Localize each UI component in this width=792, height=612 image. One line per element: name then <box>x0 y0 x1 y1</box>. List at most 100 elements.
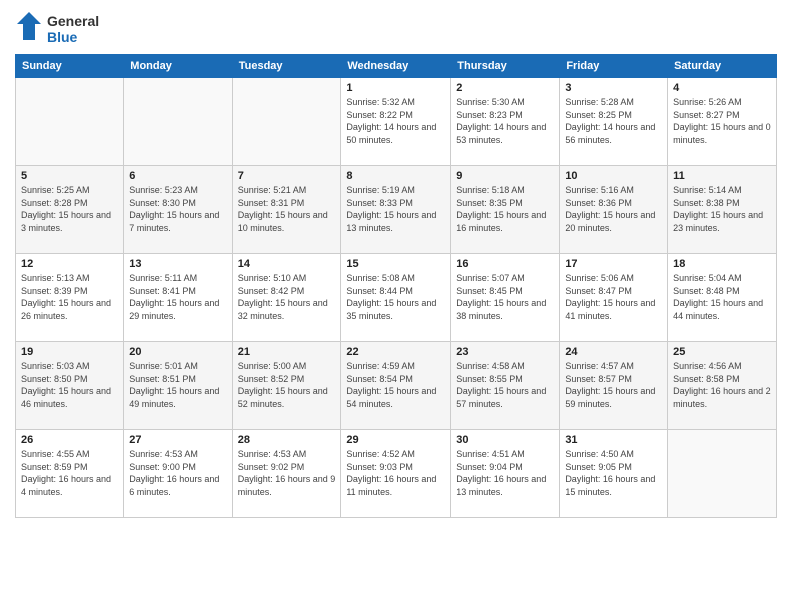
day-number: 11 <box>673 170 771 182</box>
day-info: Sunrise: 4:59 AMSunset: 8:54 PMDaylight:… <box>346 360 445 410</box>
calendar-week-row: 12 Sunrise: 5:13 AMSunset: 8:39 PMDayligh… <box>16 254 777 342</box>
day-info: Sunrise: 5:07 AMSunset: 8:45 PMDaylight:… <box>456 272 554 322</box>
day-info: Sunrise: 5:11 AMSunset: 8:41 PMDaylight:… <box>129 272 226 322</box>
day-number: 20 <box>129 346 226 358</box>
calendar-cell: 8 Sunrise: 5:19 AMSunset: 8:33 PMDaylight… <box>341 166 451 254</box>
day-number: 28 <box>238 434 336 446</box>
header: GeneralBlue <box>15 10 777 48</box>
weekday-header: Friday <box>560 55 668 78</box>
calendar-cell: 23 Sunrise: 4:58 AMSunset: 8:55 PMDayligh… <box>451 342 560 430</box>
calendar-cell <box>668 430 777 518</box>
calendar-cell: 7 Sunrise: 5:21 AMSunset: 8:31 PMDaylight… <box>232 166 341 254</box>
day-number: 27 <box>129 434 226 446</box>
calendar-week-row: 26 Sunrise: 4:55 AMSunset: 8:59 PMDayligh… <box>16 430 777 518</box>
weekday-header: Tuesday <box>232 55 341 78</box>
calendar-cell: 11 Sunrise: 5:14 AMSunset: 8:38 PMDayligh… <box>668 166 777 254</box>
day-number: 9 <box>456 170 554 182</box>
day-number: 7 <box>238 170 336 182</box>
day-number: 15 <box>346 258 445 270</box>
day-info: Sunrise: 5:26 AMSunset: 8:27 PMDaylight:… <box>673 96 771 146</box>
day-number: 17 <box>565 258 662 270</box>
day-number: 26 <box>21 434 118 446</box>
day-number: 2 <box>456 82 554 94</box>
calendar-cell: 25Sunrise: 4:56 AMSunset: 8:58 PMDayligh… <box>668 342 777 430</box>
day-info: Sunrise: 5:19 AMSunset: 8:33 PMDaylight:… <box>346 184 445 234</box>
calendar-cell: 12 Sunrise: 5:13 AMSunset: 8:39 PMDayligh… <box>16 254 124 342</box>
day-number: 13 <box>129 258 226 270</box>
day-number: 14 <box>238 258 336 270</box>
calendar-cell: 16Sunrise: 5:07 AMSunset: 8:45 PMDayligh… <box>451 254 560 342</box>
calendar-cell: 13 Sunrise: 5:11 AMSunset: 8:41 PMDayligh… <box>124 254 232 342</box>
calendar-week-row: 19 Sunrise: 5:03 AMSunset: 8:50 PMDayligh… <box>16 342 777 430</box>
calendar-cell: 31 Sunrise: 4:50 AMSunset: 9:05 PMDayligh… <box>560 430 668 518</box>
page: GeneralBlue SundayMondayTuesdayWednesday… <box>0 0 792 612</box>
day-info: Sunrise: 5:32 AMSunset: 8:22 PMDaylight:… <box>346 96 445 146</box>
day-info: Sunrise: 5:28 AMSunset: 8:25 PMDaylight:… <box>565 96 662 146</box>
calendar-cell: 15 Sunrise: 5:08 AMSunset: 8:44 PMDayligh… <box>341 254 451 342</box>
calendar-cell: 24Sunrise: 4:57 AMSunset: 8:57 PMDayligh… <box>560 342 668 430</box>
day-number: 21 <box>238 346 336 358</box>
day-info: Sunrise: 4:52 AMSunset: 9:03 PMDaylight:… <box>346 448 445 498</box>
day-info: Sunrise: 5:14 AMSunset: 8:38 PMDaylight:… <box>673 184 771 234</box>
calendar-cell <box>232 78 341 166</box>
day-info: Sunrise: 5:21 AMSunset: 8:31 PMDaylight:… <box>238 184 336 234</box>
calendar-cell: 9 Sunrise: 5:18 AMSunset: 8:35 PMDaylight… <box>451 166 560 254</box>
day-info: Sunrise: 4:55 AMSunset: 8:59 PMDaylight:… <box>21 448 118 498</box>
calendar-cell: 19 Sunrise: 5:03 AMSunset: 8:50 PMDayligh… <box>16 342 124 430</box>
calendar-cell: 20 Sunrise: 5:01 AMSunset: 8:51 PMDayligh… <box>124 342 232 430</box>
svg-text:Blue: Blue <box>47 29 78 45</box>
calendar-cell: 14 Sunrise: 5:10 AMSunset: 8:42 PMDayligh… <box>232 254 341 342</box>
day-info: Sunrise: 5:08 AMSunset: 8:44 PMDaylight:… <box>346 272 445 322</box>
calendar-cell: 22 Sunrise: 4:59 AMSunset: 8:54 PMDayligh… <box>341 342 451 430</box>
day-info: Sunrise: 4:53 AMSunset: 9:02 PMDaylight:… <box>238 448 336 498</box>
day-number: 18 <box>673 258 771 270</box>
day-info: Sunrise: 5:23 AMSunset: 8:30 PMDaylight:… <box>129 184 226 234</box>
calendar-cell: 6 Sunrise: 5:23 AMSunset: 8:30 PMDaylight… <box>124 166 232 254</box>
calendar-cell: 10Sunrise: 5:16 AMSunset: 8:36 PMDayligh… <box>560 166 668 254</box>
day-info: Sunrise: 5:30 AMSunset: 8:23 PMDaylight:… <box>456 96 554 146</box>
calendar-cell: 29Sunrise: 4:52 AMSunset: 9:03 PMDayligh… <box>341 430 451 518</box>
day-info: Sunrise: 5:18 AMSunset: 8:35 PMDaylight:… <box>456 184 554 234</box>
calendar-cell: 17 Sunrise: 5:06 AMSunset: 8:47 PMDayligh… <box>560 254 668 342</box>
day-number: 8 <box>346 170 445 182</box>
day-number: 4 <box>673 82 771 94</box>
day-info: Sunrise: 4:53 AMSunset: 9:00 PMDaylight:… <box>129 448 226 498</box>
weekday-header-row: SundayMondayTuesdayWednesdayThursdayFrid… <box>16 55 777 78</box>
calendar-cell: 4 Sunrise: 5:26 AMSunset: 8:27 PMDaylight… <box>668 78 777 166</box>
day-number: 22 <box>346 346 445 358</box>
day-info: Sunrise: 4:57 AMSunset: 8:57 PMDaylight:… <box>565 360 662 410</box>
day-number: 12 <box>21 258 118 270</box>
svg-text:General: General <box>47 13 99 29</box>
weekday-header: Saturday <box>668 55 777 78</box>
day-info: Sunrise: 4:50 AMSunset: 9:05 PMDaylight:… <box>565 448 662 498</box>
day-number: 19 <box>21 346 118 358</box>
weekday-header: Sunday <box>16 55 124 78</box>
calendar-cell <box>124 78 232 166</box>
day-info: Sunrise: 5:04 AMSunset: 8:48 PMDaylight:… <box>673 272 771 322</box>
logo-svg: GeneralBlue <box>15 10 115 48</box>
day-number: 10 <box>565 170 662 182</box>
day-info: Sunrise: 5:01 AMSunset: 8:51 PMDaylight:… <box>129 360 226 410</box>
calendar-week-row: 5Sunrise: 5:25 AMSunset: 8:28 PMDaylight… <box>16 166 777 254</box>
calendar-cell: 3Sunrise: 5:28 AMSunset: 8:25 PMDaylight… <box>560 78 668 166</box>
day-number: 5 <box>21 170 118 182</box>
day-info: Sunrise: 5:00 AMSunset: 8:52 PMDaylight:… <box>238 360 336 410</box>
calendar-cell: 18 Sunrise: 5:04 AMSunset: 8:48 PMDayligh… <box>668 254 777 342</box>
day-number: 30 <box>456 434 554 446</box>
day-number: 6 <box>129 170 226 182</box>
calendar-cell: 21 Sunrise: 5:00 AMSunset: 8:52 PMDayligh… <box>232 342 341 430</box>
calendar-cell: 30Sunrise: 4:51 AMSunset: 9:04 PMDayligh… <box>451 430 560 518</box>
calendar-cell: 5Sunrise: 5:25 AMSunset: 8:28 PMDaylight… <box>16 166 124 254</box>
calendar-cell: 27 Sunrise: 4:53 AMSunset: 9:00 PMDayligh… <box>124 430 232 518</box>
day-number: 25 <box>673 346 771 358</box>
day-info: Sunrise: 5:13 AMSunset: 8:39 PMDaylight:… <box>21 272 118 322</box>
day-number: 23 <box>456 346 554 358</box>
day-number: 31 <box>565 434 662 446</box>
day-info: Sunrise: 5:06 AMSunset: 8:47 PMDaylight:… <box>565 272 662 322</box>
day-info: Sunrise: 5:10 AMSunset: 8:42 PMDaylight:… <box>238 272 336 322</box>
day-info: Sunrise: 5:03 AMSunset: 8:50 PMDaylight:… <box>21 360 118 410</box>
day-info: Sunrise: 4:58 AMSunset: 8:55 PMDaylight:… <box>456 360 554 410</box>
calendar-cell: 2 Sunrise: 5:30 AMSunset: 8:23 PMDaylight… <box>451 78 560 166</box>
calendar-cell: 1Sunrise: 5:32 AMSunset: 8:22 PMDaylight… <box>341 78 451 166</box>
calendar-cell: 26 Sunrise: 4:55 AMSunset: 8:59 PMDayligh… <box>16 430 124 518</box>
